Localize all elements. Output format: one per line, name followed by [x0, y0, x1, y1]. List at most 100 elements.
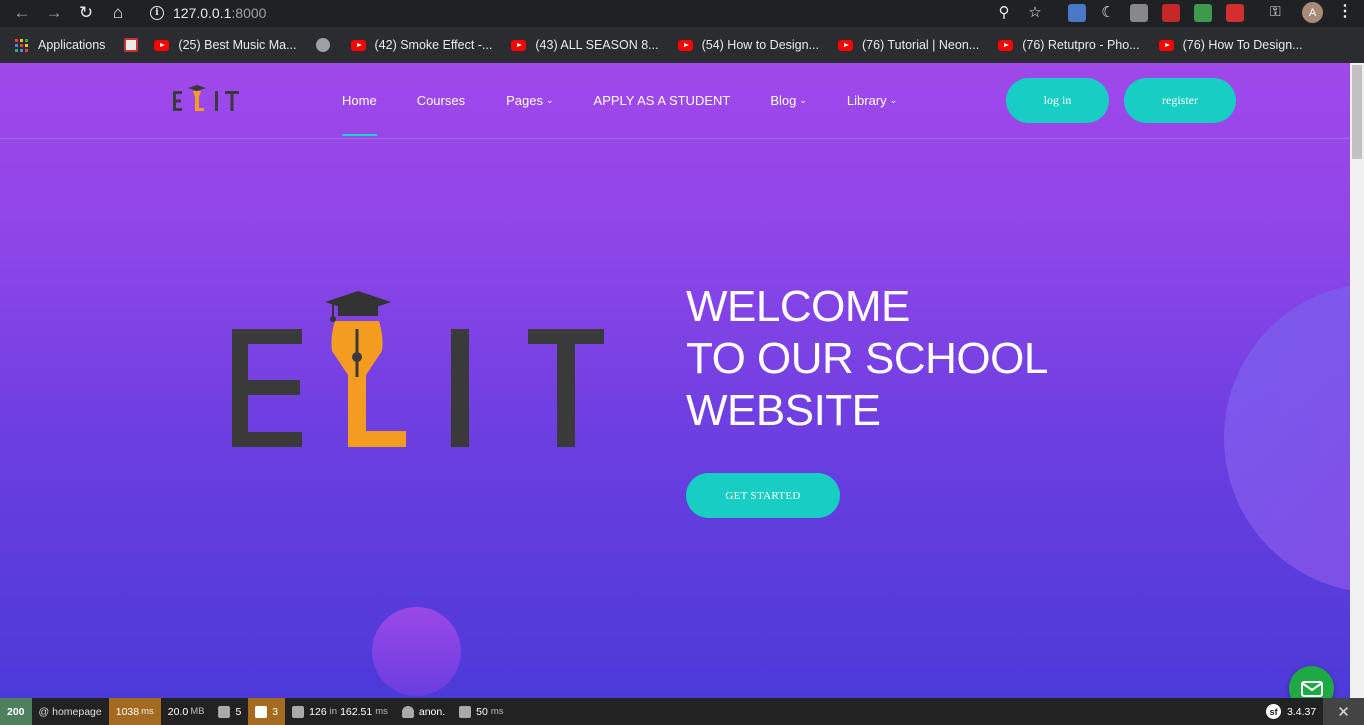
- nav-label: Blog: [770, 93, 797, 108]
- extension-icon[interactable]: [1130, 4, 1148, 22]
- address-bar[interactable]: i 127.0.0.1:8000: [140, 2, 1060, 24]
- form-icon: [218, 705, 231, 718]
- nav-label: Courses: [416, 93, 466, 108]
- globe-icon: [315, 38, 330, 52]
- nav-apply-as-student[interactable]: APPLY AS A STUDENT: [594, 93, 731, 108]
- symfony-logo-icon: sf: [1266, 704, 1281, 719]
- extension-play-icon[interactable]: [1226, 4, 1244, 22]
- queries-count: 126: [309, 705, 327, 718]
- key-icon[interactable]: ⚿: [1270, 3, 1281, 20]
- version-value: 3.4.37: [1287, 705, 1317, 718]
- pdf-extension-icon[interactable]: [1162, 4, 1180, 22]
- bookmark-item[interactable]: (43) ALL SEASON 8...: [511, 38, 659, 52]
- database-layers-icon: [292, 705, 305, 718]
- nav-library[interactable]: Library ⌄: [847, 93, 897, 108]
- bookmark-label: (43) ALL SEASON 8...: [535, 38, 659, 52]
- reload-icon[interactable]: ↻: [73, 2, 99, 24]
- unit: ms: [141, 706, 154, 717]
- bookmark-item[interactable]: (25) Best Music Ma...: [154, 38, 297, 52]
- bookmark-item[interactable]: [124, 38, 139, 52]
- bookmark-item[interactable]: (76) Retutpro - Pho...: [998, 38, 1140, 52]
- zoom-icon[interactable]: ⚲: [993, 2, 1015, 22]
- main-nav: Home Courses Pages ⌄ APPLY AS A STUDENT B…: [342, 93, 937, 136]
- unit: MB: [190, 706, 205, 717]
- youtube-icon: [1158, 39, 1174, 51]
- register-button[interactable]: register: [1124, 78, 1236, 123]
- hero-title: WELCOME TO OUR SCHOOL WEBSITE: [686, 281, 1048, 437]
- site-header: Home Courses Pages ⌄ APPLY AS A STUDENT B…: [0, 63, 1350, 139]
- youtube-icon: [998, 39, 1014, 51]
- bookmark-applications[interactable]: Applications: [15, 38, 105, 52]
- nav-label: Library: [846, 93, 887, 108]
- bookmark-item[interactable]: (42) Smoke Effect -...: [350, 38, 492, 52]
- home-icon[interactable]: ⌂: [105, 2, 131, 24]
- nav-courses[interactable]: Courses: [417, 93, 465, 108]
- apps-grid-icon: [15, 38, 28, 52]
- render-time-value: 50: [476, 705, 488, 718]
- get-started-button[interactable]: GET STARTED: [686, 473, 840, 518]
- nav-label: APPLY AS A STUDENT: [593, 93, 731, 108]
- hero-line: WELCOME: [686, 282, 910, 331]
- in-label: in: [329, 706, 338, 717]
- nav-home[interactable]: Home: [342, 93, 377, 136]
- forms-panel[interactable]: 5: [211, 698, 248, 725]
- extension-calendar-icon[interactable]: [1068, 4, 1086, 22]
- url-port: :8000: [231, 5, 267, 21]
- site-logo[interactable]: [171, 83, 243, 113]
- forward-arrow-icon[interactable]: →: [41, 2, 67, 24]
- web-page: Home Courses Pages ⌄ APPLY AS A STUDENT B…: [0, 63, 1350, 698]
- symfony-version[interactable]: sf 3.4.37: [1266, 698, 1316, 725]
- chevron-down-icon: ⌄: [545, 95, 554, 105]
- chevron-down-icon: ⌄: [889, 95, 898, 105]
- bookmark-label: (76) Retutpro - Pho...: [1022, 38, 1140, 52]
- nav-label: Home: [342, 93, 377, 108]
- youtube-icon: [511, 39, 527, 51]
- memory-usage[interactable]: 20.0 MB: [161, 698, 212, 725]
- unit: ms: [375, 706, 388, 717]
- debug-toolbar: 200 @ homepage 1038 ms 20.0 MB 5 3 126 in 16…: [0, 698, 1364, 725]
- back-arrow-icon[interactable]: ←: [9, 2, 35, 24]
- mail-icon: [1300, 680, 1323, 697]
- youtube-icon: [677, 39, 693, 51]
- user-value: anon.: [418, 705, 446, 718]
- warnings-panel[interactable]: 3: [248, 698, 286, 725]
- chevron-down-icon: ⌄: [799, 95, 807, 105]
- user-icon: [401, 705, 414, 718]
- twig-panel[interactable]: 50 ms: [452, 698, 510, 725]
- close-icon[interactable]: ✕: [1323, 698, 1364, 725]
- forms-count: 5: [235, 705, 242, 718]
- bookmark-item[interactable]: (76) How To Design...: [1158, 38, 1303, 52]
- memory-value: 20.0: [167, 705, 189, 718]
- bookmark-item[interactable]: (54) How to Design...: [677, 38, 819, 52]
- bookmark-label: (76) Tutorial | Neon...: [862, 38, 980, 52]
- status-code[interactable]: 200: [0, 698, 32, 725]
- bookmark-label: (76) How To Design...: [1182, 38, 1303, 52]
- extension-check-icon[interactable]: [1194, 4, 1212, 22]
- bookmarks-bar: Applications (25) Best Music Ma... (42) …: [0, 27, 1364, 63]
- bookmark-item[interactable]: (76) Tutorial | Neon...: [838, 38, 979, 52]
- dark-mode-moon-icon[interactable]: ☾: [1099, 4, 1117, 22]
- hero-logo: [232, 291, 604, 447]
- page-scrollbar[interactable]: [1350, 63, 1364, 698]
- warnings-count: 3: [272, 705, 279, 718]
- more-menu-icon[interactable]: ⋮: [1337, 2, 1353, 22]
- profile-avatar[interactable]: A: [1302, 2, 1323, 23]
- decorative-circle: [1224, 283, 1350, 593]
- security-panel[interactable]: anon.: [395, 698, 452, 725]
- nav-blog[interactable]: Blog ⌄: [770, 93, 807, 108]
- scrollbar-thumb[interactable]: [1352, 65, 1362, 159]
- login-button[interactable]: log in: [1006, 78, 1109, 123]
- site-info-icon[interactable]: i: [150, 6, 164, 20]
- youtube-icon: [350, 39, 366, 51]
- request-time[interactable]: 1038 ms: [108, 698, 161, 725]
- bookmark-item[interactable]: [315, 38, 340, 52]
- hero-line: WEBSITE: [686, 386, 881, 435]
- hero-line: TO OUR SCHOOL: [686, 334, 1048, 383]
- url-host: 127.0.0.1: [173, 5, 232, 21]
- template-icon: [459, 705, 472, 718]
- database-panel[interactable]: 126 in 162.51 ms: [285, 698, 395, 725]
- bookmark-star-icon[interactable]: ☆: [1024, 2, 1046, 22]
- route-name[interactable]: @ homepage: [32, 698, 109, 725]
- queries-time: 162.51: [340, 705, 373, 718]
- nav-pages[interactable]: Pages ⌄: [506, 93, 553, 108]
